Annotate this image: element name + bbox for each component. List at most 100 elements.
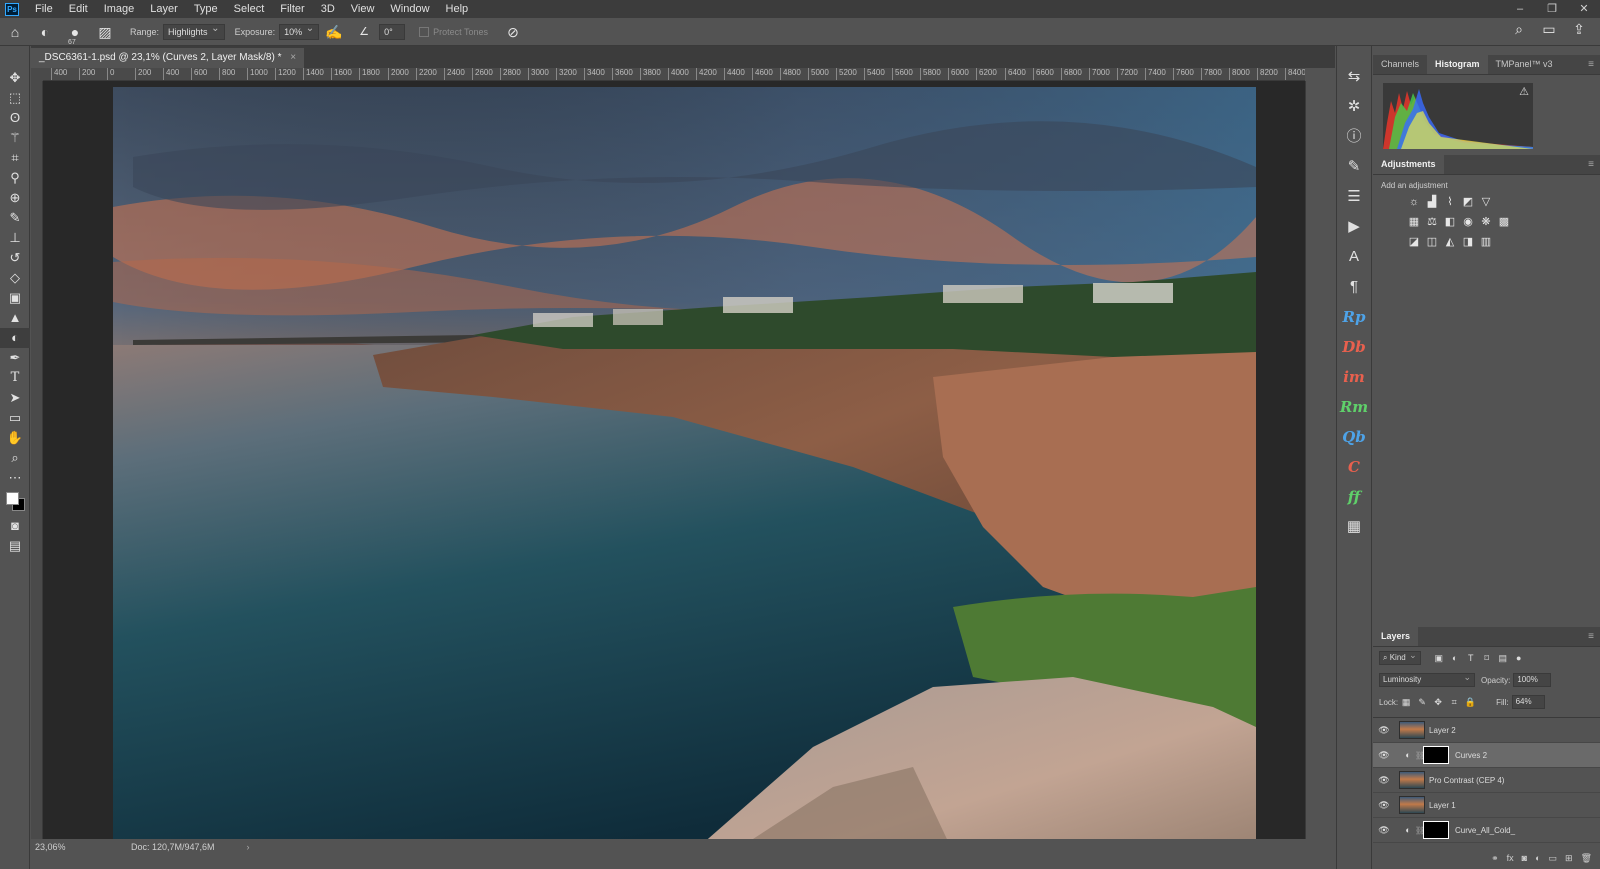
channel-mixer-icon[interactable]: ❋ xyxy=(1477,214,1495,230)
tab-adjustments[interactable]: Adjustments xyxy=(1373,154,1444,174)
new-adjustment-icon[interactable]: ◐ xyxy=(1535,853,1540,869)
plugin-rp-icon[interactable]: Rp xyxy=(1337,302,1371,332)
filter-pixel-icon[interactable]: ▣ xyxy=(1431,653,1447,664)
angle-field[interactable]: 0° xyxy=(379,23,406,40)
color-balance-icon[interactable]: ⚖ xyxy=(1423,214,1441,230)
menu-3d[interactable]: 3D xyxy=(313,3,343,15)
brush-panel-icon[interactable]: ✎ xyxy=(1337,152,1371,182)
brush-preset-picker[interactable]: ● 67 xyxy=(64,21,86,46)
protect-tones-checkbox[interactable] xyxy=(419,26,430,37)
horizontal-ruler[interactable]: 400 200 0 200 400 600 800 1000 1200 1400 1600 1800 2… xyxy=(43,68,1305,81)
layer-thumbnail[interactable] xyxy=(1399,796,1425,814)
layer-row[interactable]: 👁 ◐ ⛓ Curves 2 xyxy=(1373,743,1600,768)
exposure-field[interactable]: 10% xyxy=(279,22,320,40)
layer-mask-thumbnail[interactable] xyxy=(1423,821,1449,839)
menu-filter[interactable]: Filter xyxy=(272,3,312,15)
brightness-contrast-icon[interactable]: ☼ xyxy=(1405,194,1423,210)
photo-filter-icon[interactable]: ◉ xyxy=(1459,214,1477,230)
gradient-tool-icon[interactable]: ▣ xyxy=(0,288,30,308)
sharpen-tool-icon[interactable]: ▲ xyxy=(0,308,30,328)
info-panel-icon[interactable]: ⓘ xyxy=(1337,122,1371,152)
range-select[interactable]: Highlights xyxy=(163,22,225,40)
filter-adjustment-icon[interactable]: ◐ xyxy=(1447,653,1463,663)
status-menu-arrow[interactable]: › xyxy=(247,842,250,852)
selective-color-icon[interactable]: ◨ xyxy=(1459,234,1477,250)
filter-shape-icon[interactable]: ⌑ xyxy=(1479,653,1495,664)
adjustments-menu-icon[interactable]: ≡ xyxy=(1588,159,1594,170)
panel-menu-icon[interactable]: ≡ xyxy=(1588,59,1594,70)
zoom-tool-icon[interactable]: ⌕ xyxy=(0,448,30,468)
plugin-im-icon[interactable]: im xyxy=(1337,362,1371,392)
healing-brush-tool-icon[interactable]: ⊕ xyxy=(0,188,30,208)
link-layers-icon[interactable]: ⚭ xyxy=(1491,853,1499,869)
brush-settings-icon[interactable]: ▨ xyxy=(94,21,116,43)
magic-wand-tool-icon[interactable]: ⚚ xyxy=(0,128,30,148)
type-tool-icon[interactable]: T xyxy=(0,368,30,388)
plugin-c-icon[interactable]: C xyxy=(1337,452,1371,482)
posterize-icon[interactable]: ◫ xyxy=(1423,234,1441,250)
lock-position-icon[interactable]: ✥ xyxy=(1430,697,1446,708)
menu-edit[interactable]: Edit xyxy=(61,3,96,15)
add-mask-icon[interactable]: ◙ xyxy=(1522,853,1527,869)
workspace-icon[interactable]: ▭ xyxy=(1538,18,1560,40)
threshold-icon[interactable]: ◭ xyxy=(1441,234,1459,250)
marquee-tool-icon[interactable]: ⬚ xyxy=(0,88,30,108)
layer-row[interactable]: 👁 Layer 1 xyxy=(1373,793,1600,818)
move-tool-icon[interactable]: ✥ xyxy=(0,68,30,88)
blend-mode-select[interactable]: Luminosity xyxy=(1379,671,1475,687)
vertical-scrollbar[interactable] xyxy=(1305,81,1317,839)
crop-tool-icon[interactable]: ⌗ xyxy=(0,148,30,168)
plugin-rm-icon[interactable]: Rm xyxy=(1337,392,1371,422)
pressure-size-icon[interactable]: ⊘ xyxy=(502,21,524,43)
zoom-readout[interactable]: 23,06% xyxy=(31,842,91,852)
actions-panel-icon[interactable]: ▶ xyxy=(1337,212,1371,242)
tab-histogram[interactable]: Histogram xyxy=(1427,54,1488,74)
pen-tool-icon[interactable]: ✒ xyxy=(0,348,30,368)
menu-help[interactable]: Help xyxy=(438,3,477,15)
quick-mask-icon[interactable]: ◙ xyxy=(0,516,30,536)
layer-row[interactable]: 👁 Pro Contrast (CEP 4) xyxy=(1373,768,1600,793)
share-icon[interactable]: ⇪ xyxy=(1568,18,1590,40)
visibility-eye-icon[interactable]: 👁 xyxy=(1373,750,1395,761)
gradient-map-icon[interactable]: ▥ xyxy=(1477,234,1495,250)
black-white-icon[interactable]: ◧ xyxy=(1441,214,1459,230)
layer-style-icon[interactable]: fx xyxy=(1507,853,1514,869)
tab-channels[interactable]: Channels xyxy=(1373,54,1427,74)
home-icon[interactable]: ⌂ xyxy=(4,21,26,43)
search-icon[interactable]: ⌕ xyxy=(1508,18,1530,40)
levels-icon[interactable]: ▟ xyxy=(1423,194,1441,210)
history-panel-icon[interactable]: ⇆ xyxy=(1337,62,1371,92)
rectangle-tool-icon[interactable]: ▭ xyxy=(0,408,30,428)
menu-view[interactable]: View xyxy=(343,3,383,15)
layer-thumbnail[interactable] xyxy=(1399,721,1425,739)
filter-smart-object-icon[interactable]: ▤ xyxy=(1495,653,1511,664)
plugin-ff-icon[interactable]: ff xyxy=(1337,482,1371,512)
eyedropper-tool-icon[interactable]: ⚲ xyxy=(0,168,30,188)
fill-field[interactable]: 64% xyxy=(1511,695,1545,709)
visibility-eye-icon[interactable]: 👁 xyxy=(1373,775,1395,786)
navigator-panel-icon[interactable]: ✲ xyxy=(1337,92,1371,122)
visibility-eye-icon[interactable]: 👁 xyxy=(1373,725,1395,736)
menu-image[interactable]: Image xyxy=(96,3,143,15)
new-group-icon[interactable]: ▭ xyxy=(1549,853,1558,869)
brush-tool-icon[interactable]: ✎ xyxy=(0,208,30,228)
layer-row[interactable]: 👁 Layer 2 xyxy=(1373,718,1600,743)
dodge-tool-icon[interactable]: ◐ xyxy=(0,328,30,348)
eraser-tool-icon[interactable]: ◇ xyxy=(0,268,30,288)
invert-icon[interactable]: ◪ xyxy=(1405,234,1423,250)
mask-link-icon[interactable]: ⛓ xyxy=(1415,826,1425,835)
visibility-eye-icon[interactable]: 👁 xyxy=(1373,800,1395,811)
screen-mode-icon[interactable]: ▤ xyxy=(0,536,30,556)
color-swatches[interactable] xyxy=(0,488,29,516)
layer-thumbnail[interactable] xyxy=(1399,771,1425,789)
menu-window[interactable]: Window xyxy=(382,3,437,15)
foreground-color-swatch[interactable] xyxy=(6,492,19,505)
close-tab-icon[interactable]: × xyxy=(290,52,296,63)
curves-icon[interactable]: ⌇ xyxy=(1441,194,1459,210)
history-brush-tool-icon[interactable]: ↺ xyxy=(0,248,30,268)
hue-saturation-icon[interactable]: ▦ xyxy=(1405,214,1423,230)
close-window-button[interactable]: ✕ xyxy=(1568,0,1600,18)
menu-select[interactable]: Select xyxy=(226,3,273,15)
lock-pixels-icon[interactable]: ✎ xyxy=(1414,697,1430,708)
tab-layers[interactable]: Layers xyxy=(1373,626,1419,646)
